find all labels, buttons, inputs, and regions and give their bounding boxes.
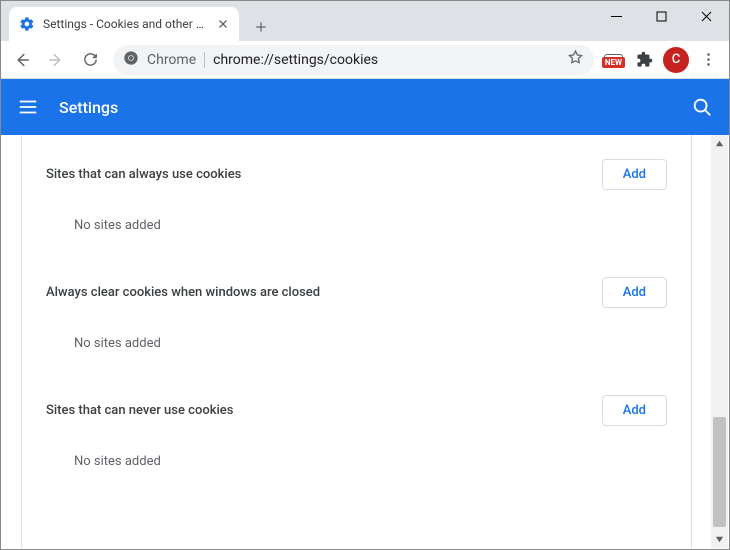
kebab-menu-icon[interactable] bbox=[693, 45, 723, 75]
search-icon[interactable] bbox=[691, 96, 713, 118]
reload-button[interactable] bbox=[75, 45, 105, 75]
section-clear-on-close: Always clear cookies when windows are cl… bbox=[46, 277, 667, 351]
add-button[interactable]: Add bbox=[602, 277, 667, 308]
close-icon[interactable] bbox=[217, 18, 229, 30]
right-gutter bbox=[691, 135, 711, 548]
window-tabstrip: Settings - Cookies and other site bbox=[1, 1, 729, 41]
address-bar[interactable]: Chrome chrome://settings/cookies bbox=[113, 45, 594, 75]
browser-tab[interactable]: Settings - Cookies and other site bbox=[9, 7, 239, 41]
section-title: Sites that can always use cookies bbox=[46, 167, 241, 182]
new-tab-button[interactable] bbox=[247, 13, 275, 41]
chrome-icon bbox=[123, 50, 139, 70]
bookmark-star-icon[interactable] bbox=[567, 49, 584, 70]
scrollbar-thumb[interactable] bbox=[713, 417, 726, 527]
section-title: Always clear cookies when windows are cl… bbox=[46, 285, 320, 300]
section-allow-cookies: Sites that can always use cookies Add No… bbox=[46, 159, 667, 233]
gear-icon bbox=[19, 16, 35, 32]
empty-state-text: No sites added bbox=[46, 218, 667, 233]
back-button[interactable] bbox=[7, 45, 37, 75]
add-button[interactable]: Add bbox=[602, 395, 667, 426]
url-text: chrome://settings/cookies bbox=[213, 52, 378, 68]
forward-button[interactable] bbox=[41, 45, 71, 75]
maximize-button[interactable] bbox=[639, 1, 684, 31]
add-button[interactable]: Add bbox=[602, 159, 667, 190]
extensions-puzzle-icon[interactable] bbox=[629, 45, 659, 75]
tab-title: Settings - Cookies and other site bbox=[43, 17, 209, 31]
browser-toolbar: Chrome chrome://settings/cookies NEW C bbox=[1, 41, 729, 79]
minimize-button[interactable] bbox=[594, 1, 639, 31]
scroll-down-arrow[interactable] bbox=[711, 531, 728, 548]
origin-chip: Chrome bbox=[147, 52, 196, 68]
separator bbox=[204, 52, 205, 68]
window-controls bbox=[594, 1, 729, 31]
window-close-button[interactable] bbox=[684, 1, 729, 31]
settings-content: Sites that can always use cookies Add No… bbox=[22, 135, 691, 548]
left-gutter bbox=[2, 135, 22, 548]
empty-state-text: No sites added bbox=[46, 336, 667, 351]
extension-new-badge[interactable]: NEW bbox=[602, 50, 625, 69]
hamburger-icon[interactable] bbox=[17, 96, 39, 118]
appbar-title: Settings bbox=[59, 98, 118, 117]
scroll-up-arrow[interactable] bbox=[711, 135, 728, 152]
vertical-scrollbar[interactable] bbox=[711, 135, 728, 548]
profile-avatar[interactable]: C bbox=[663, 47, 689, 73]
settings-appbar: Settings bbox=[1, 79, 729, 135]
section-title: Sites that can never use cookies bbox=[46, 403, 233, 418]
section-block-cookies: Sites that can never use cookies Add No … bbox=[46, 395, 667, 469]
empty-state-text: No sites added bbox=[46, 454, 667, 469]
